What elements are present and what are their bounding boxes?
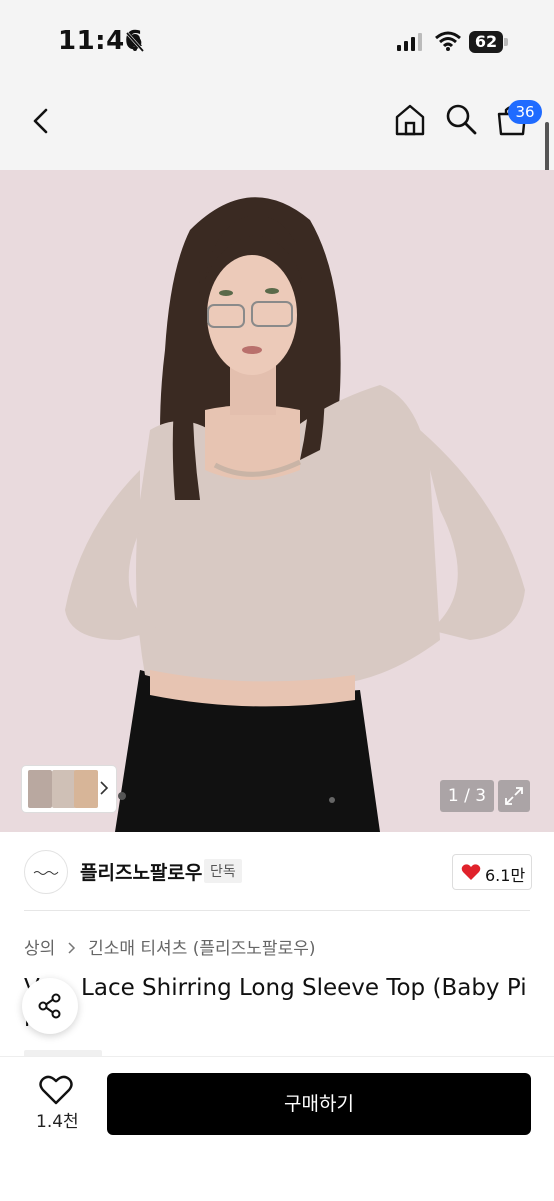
- brand-name[interactable]: 플리즈노팔로우: [80, 858, 202, 885]
- expand-icon: [505, 787, 523, 805]
- breadcrumb-category[interactable]: 상의: [24, 939, 55, 959]
- wifi-icon: [435, 31, 461, 51]
- cellular-signal-icon: [397, 33, 422, 51]
- product-title-text: Lace Shirring Long Sleeve Top (Baby Pi: [73, 975, 527, 1001]
- product-image[interactable]: [0, 170, 554, 832]
- home-icon[interactable]: [392, 102, 428, 138]
- heart-outline-icon[interactable]: [38, 1074, 74, 1106]
- status-bar: 11:46 62: [0, 0, 554, 84]
- wishlist-count: 1.4천: [36, 1112, 79, 1132]
- battery-level: 62: [469, 31, 503, 53]
- cart-count-badge: 36: [508, 100, 542, 124]
- thumbnail-2[interactable]: [52, 770, 76, 808]
- divider: [24, 910, 530, 911]
- chevron-right-icon: [68, 942, 75, 954]
- share-button[interactable]: [22, 978, 78, 1034]
- exclusive-badge: 단독: [204, 859, 242, 883]
- image-counter: 1 / 3: [440, 780, 494, 812]
- brand-like-button[interactable]: 6.1만: [452, 854, 532, 890]
- chevron-right-icon[interactable]: [98, 778, 110, 798]
- scrollbar[interactable]: [545, 122, 549, 172]
- breadcrumb: 상의 긴소매 티셔츠 (플리즈노팔로우): [24, 934, 316, 959]
- back-arrow-icon[interactable]: [28, 106, 54, 136]
- expand-button[interactable]: [498, 780, 530, 812]
- brand-logo-mark: [33, 871, 59, 875]
- model-photo: [0, 170, 554, 832]
- share-icon: [38, 993, 61, 1019]
- breadcrumb-subcategory[interactable]: 긴소매 티셔츠 (플리즈노팔로우): [88, 939, 315, 959]
- thumbnail-strip[interactable]: [22, 766, 116, 812]
- brand-logo[interactable]: [24, 850, 68, 894]
- thumbnail-1[interactable]: [28, 770, 52, 808]
- thumbnail-3[interactable]: [74, 770, 98, 808]
- heart-filled-icon: [461, 864, 481, 880]
- top-navigation: [0, 84, 554, 170]
- buy-button[interactable]: 구매하기: [107, 1073, 531, 1135]
- battery-indicator: 62: [469, 31, 509, 53]
- mute-bell-icon: [125, 32, 145, 52]
- search-icon[interactable]: [444, 102, 478, 136]
- product-title: V Lace Shirring Long Sleeve Top (Baby Pi: [24, 972, 530, 1012]
- brand-like-count: 6.1만: [485, 866, 526, 885]
- battery-tip: [504, 38, 508, 46]
- brand-row: 플리즈노팔로우 단독 6.1만: [0, 832, 554, 910]
